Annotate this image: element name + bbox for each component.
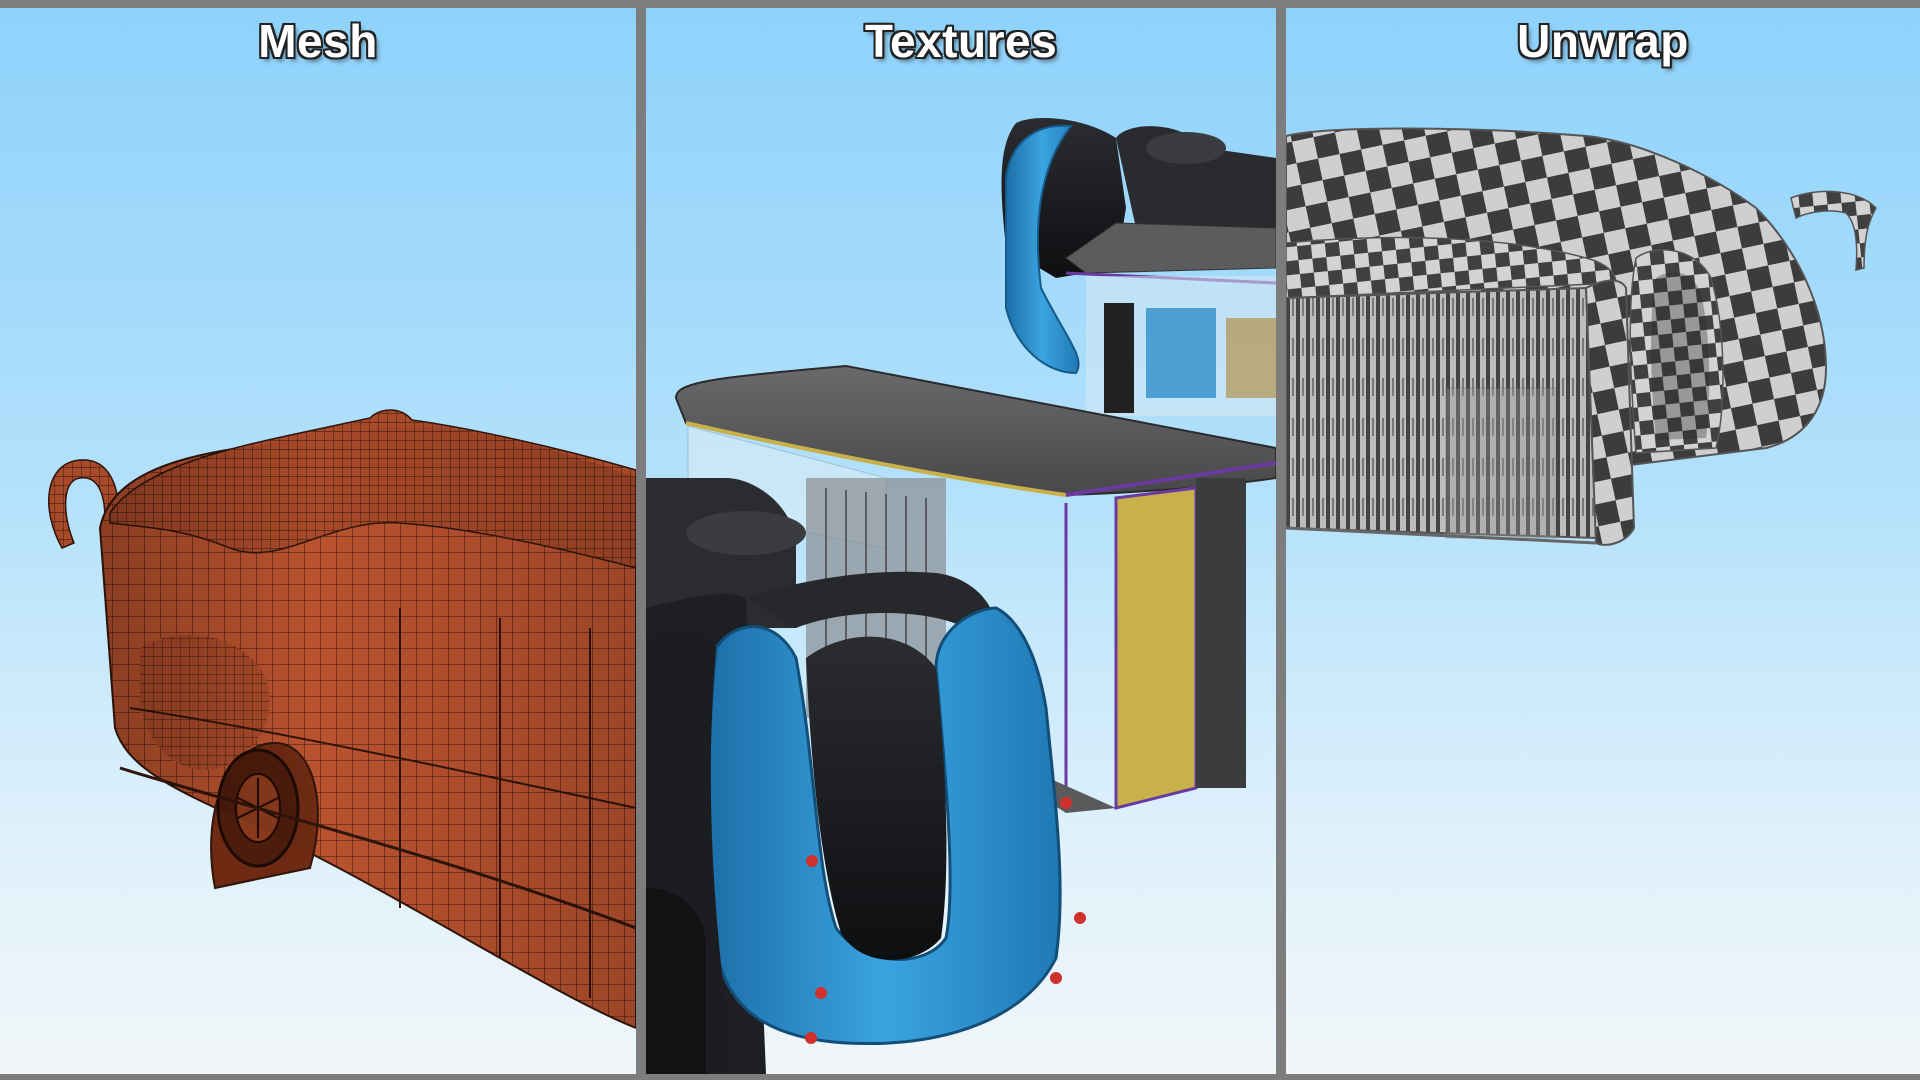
mesh-bus-illustration bbox=[48, 409, 636, 1030]
panel-title-unwrap: Unwrap bbox=[1517, 15, 1689, 67]
panel-textures: Textures bbox=[646, 8, 1276, 1074]
render-sheet: Mesh Textures Unwrap bbox=[0, 0, 1920, 1080]
uv-checker-bus-illustration bbox=[1286, 127, 1877, 546]
textured-bus-illustration bbox=[646, 118, 1276, 1074]
panel-unwrap: Unwrap bbox=[1286, 8, 1920, 1074]
panel-mesh: Mesh bbox=[0, 8, 636, 1074]
panel-title-textures: Textures bbox=[864, 15, 1058, 67]
panel-title-mesh: Mesh bbox=[258, 15, 378, 67]
